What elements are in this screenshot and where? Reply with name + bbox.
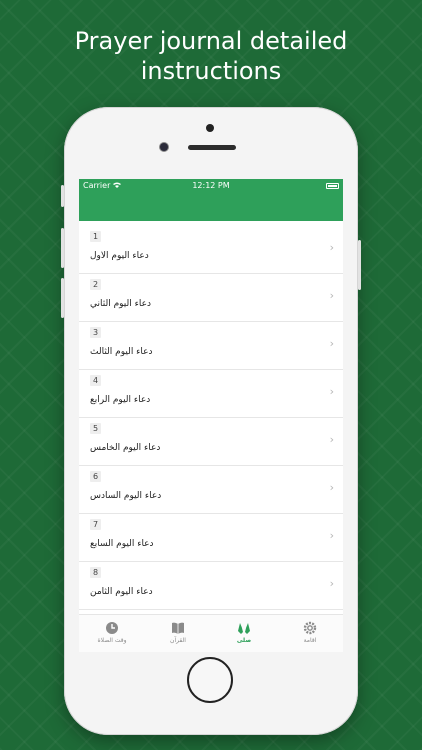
phone-power-button — [358, 240, 361, 290]
chevron-right-icon: › — [329, 529, 334, 542]
chevron-right-icon: › — [329, 385, 334, 398]
navigation-bar: Carrier 12:12 PM — [79, 179, 343, 221]
item-title: دعاء اليوم الخامس — [90, 443, 161, 453]
tab-label: وقت الصلاة — [97, 637, 127, 644]
item-number: 5 — [90, 423, 101, 434]
list-item[interactable]: 2 دعاء اليوم الثاني › — [79, 274, 343, 322]
tab-pray[interactable]: صلى — [211, 615, 277, 652]
clock-icon — [106, 622, 118, 634]
front-sensor — [206, 124, 214, 132]
headline-line-2: instructions — [140, 57, 282, 85]
home-button[interactable] — [187, 657, 233, 703]
item-number: 7 — [90, 519, 101, 530]
app-screen: Carrier 12:12 PM 1 دعاء اليوم الاول › 2 دعاء… — [79, 179, 343, 652]
chevron-right-icon: › — [329, 289, 334, 302]
chevron-right-icon: › — [329, 337, 334, 350]
item-title: دعاء اليوم الثامن — [90, 587, 153, 597]
list-item[interactable]: 7 دعاء اليوم السابع › — [79, 514, 343, 562]
book-icon — [172, 622, 184, 634]
headline: Prayer journal detailed instructions — [0, 26, 422, 86]
chevron-right-icon: › — [329, 577, 334, 590]
praying-hands-icon — [238, 623, 250, 634]
prayer-list: 1 دعاء اليوم الاول › 2 دعاء اليوم الثاني › 3 دع… — [79, 226, 343, 615]
list-item[interactable]: 3 دعاء اليوم الثالث › — [79, 322, 343, 370]
item-title: دعاء اليوم الثاني — [90, 299, 151, 309]
status-bar: Carrier 12:12 PM — [83, 181, 339, 193]
tab-label: القرآن — [170, 637, 186, 644]
phone-volume-down — [61, 278, 64, 318]
chevron-right-icon: › — [329, 241, 334, 254]
list-item[interactable]: 6 دعاء اليوم السادس › — [79, 466, 343, 514]
front-camera — [160, 143, 168, 151]
item-number: 4 — [90, 375, 101, 386]
gear-icon — [303, 621, 317, 635]
phone-mute-switch — [61, 185, 64, 207]
list-item[interactable]: 5 دعاء اليوم الخامس › — [79, 418, 343, 466]
list-item[interactable]: 4 دعاء اليوم الرابع › — [79, 370, 343, 418]
tab-settings[interactable]: اقامة — [277, 615, 343, 652]
tab-prayer-time[interactable]: وقت الصلاة — [79, 615, 145, 652]
tab-label: اقامة — [303, 637, 317, 644]
item-number: 3 — [90, 327, 101, 338]
tab-bar: وقت الصلاة القرآن صلى اقامة — [79, 614, 343, 652]
list-item[interactable]: 8 دعاء اليوم الثامن › — [79, 562, 343, 610]
headline-line-1: Prayer journal detailed — [74, 27, 348, 55]
chevron-right-icon: › — [329, 481, 334, 494]
item-title: دعاء اليوم الرابع — [90, 395, 151, 405]
item-number: 2 — [90, 279, 101, 290]
item-title: دعاء اليوم السادس — [90, 491, 162, 501]
item-number: 8 — [90, 567, 101, 578]
item-number: 1 — [90, 231, 101, 242]
list-item[interactable]: 1 دعاء اليوم الاول › — [79, 226, 343, 274]
tab-quran[interactable]: القرآن — [145, 615, 211, 652]
earpiece-speaker — [188, 145, 236, 150]
item-title: دعاء اليوم السابع — [90, 539, 154, 549]
chevron-right-icon: › — [329, 433, 334, 446]
tab-label: صلى — [236, 637, 252, 644]
item-title: دعاء اليوم الثالث — [90, 347, 153, 357]
status-time: 12:12 PM — [192, 181, 230, 190]
item-title: دعاء اليوم الاول — [90, 251, 149, 261]
battery-icon — [326, 183, 339, 189]
phone-volume-up — [61, 228, 64, 268]
item-number: 6 — [90, 471, 101, 482]
